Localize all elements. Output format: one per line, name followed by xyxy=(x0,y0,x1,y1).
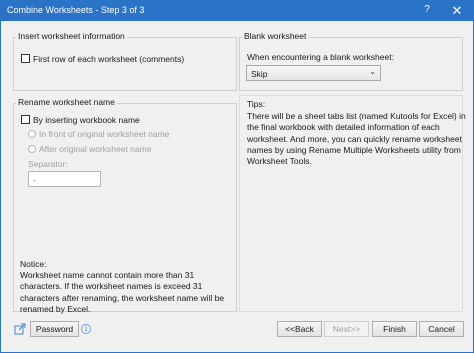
insert-info-group xyxy=(13,37,237,91)
separator-value: - xyxy=(33,175,36,185)
blank-worksheet-selected: Skip xyxy=(251,69,268,79)
separator-label: Separator: xyxy=(28,159,68,169)
after-label[interactable]: After original worksheet name xyxy=(39,144,151,154)
blank-worksheet-prompt: When encountering a blank worksheet: xyxy=(247,52,394,62)
notice-heading: Notice: xyxy=(20,259,47,269)
combine-worksheets-dialog: Combine Worksheets - Step 3 of 3 ? ✕ Ins… xyxy=(0,0,474,353)
help-button[interactable]: ? xyxy=(421,4,433,15)
close-button[interactable]: ✕ xyxy=(447,2,467,19)
password-button[interactable]: Password xyxy=(30,321,79,337)
notice-text: Worksheet name cannot contain more than … xyxy=(20,270,225,314)
blank-worksheet-group xyxy=(239,37,463,91)
insert-info-legend: Insert worksheet information xyxy=(16,31,127,41)
separator-input[interactable]: - xyxy=(28,171,101,187)
finish-button[interactable]: Finish xyxy=(372,321,417,337)
back-button[interactable]: <<Back xyxy=(277,321,322,337)
tips-text: There will be a sheet tabs list (named K… xyxy=(247,111,466,167)
first-row-checkbox[interactable] xyxy=(21,54,30,63)
notice-section: Notice: Worksheet name cannot contain mo… xyxy=(20,259,232,315)
by-inserting-label[interactable]: By inserting workbook name xyxy=(33,115,140,125)
title-bar: Combine Worksheets - Step 3 of 3 ? ✕ xyxy=(1,1,473,21)
cancel-button[interactable]: Cancel xyxy=(419,321,464,337)
in-front-radio[interactable] xyxy=(28,130,36,138)
in-front-label[interactable]: In front of original worksheet name xyxy=(39,129,169,139)
blank-worksheet-select[interactable]: Skip ⌄ xyxy=(246,65,381,81)
first-row-label[interactable]: First row of each worksheet (comments) xyxy=(33,54,184,64)
rename-legend: Rename worksheet name xyxy=(16,97,117,107)
window-title: Combine Worksheets - Step 3 of 3 xyxy=(7,5,145,15)
next-button[interactable]: Next>> xyxy=(324,321,369,337)
by-inserting-checkbox[interactable] xyxy=(21,115,30,124)
info-icon[interactable]: i xyxy=(81,324,91,334)
after-radio[interactable] xyxy=(28,145,36,153)
blank-worksheet-legend: Blank worksheet xyxy=(242,31,309,41)
share-icon[interactable] xyxy=(14,323,26,335)
tips-section: Tips: There will be a sheet tabs list (n… xyxy=(247,99,467,167)
tips-heading: Tips: xyxy=(247,99,266,109)
chevron-down-icon: ⌄ xyxy=(369,67,376,76)
